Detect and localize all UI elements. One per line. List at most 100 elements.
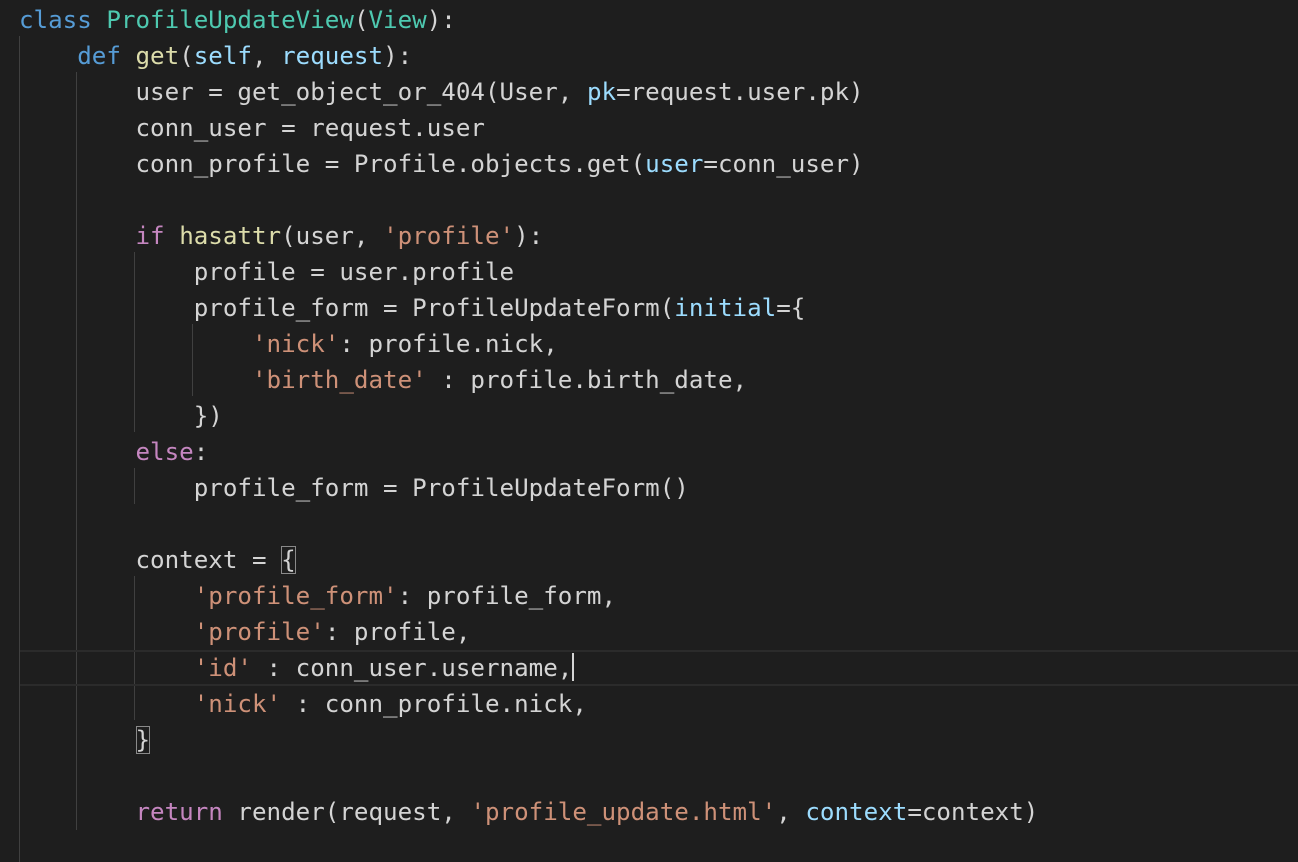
code-line[interactable] — [0, 182, 1298, 218]
code-token: 'id' — [193, 654, 252, 682]
code-token: 'profile_update.html' — [470, 798, 777, 826]
code-line[interactable]: }) — [0, 398, 1298, 434]
code-token: : conn_profile.nick, — [281, 690, 587, 718]
code-line[interactable]: def get(self, request): — [0, 38, 1298, 74]
code-token: =conn_user) — [703, 150, 864, 178]
code-line[interactable] — [0, 758, 1298, 794]
code-line[interactable]: return render(request, 'profile_update.h… — [0, 794, 1298, 830]
code-token: ={ — [776, 294, 806, 322]
code-token: , — [252, 42, 282, 70]
code-token: ( — [179, 42, 194, 70]
code-line[interactable]: profile_form = ProfileUpdateForm() — [0, 470, 1298, 506]
code-token: get — [135, 42, 180, 70]
code-line-text: 'nick' : conn_profile.nick, — [19, 686, 587, 722]
code-token: : — [193, 438, 209, 466]
code-token: context — [805, 798, 908, 826]
code-line-text: return render(request, 'profile_update.h… — [19, 794, 1039, 830]
code-line[interactable]: context = { — [0, 542, 1298, 578]
code-line-text: user = get_object_or_404(User, pk=reques… — [19, 74, 864, 110]
code-token: profile_form = ProfileUpdateForm() — [19, 474, 689, 502]
code-token: class — [19, 6, 92, 34]
code-line[interactable]: 'profile': profile, — [0, 614, 1298, 650]
code-line-text: }) — [19, 398, 223, 434]
code-line[interactable]: profile = user.profile — [0, 254, 1298, 290]
code-line-text: conn_user = request.user — [19, 110, 485, 146]
code-token: (user, — [281, 222, 384, 250]
code-token: profile_form = ProfileUpdateForm( — [19, 294, 675, 322]
code-line-text: 'birth_date' : profile.birth_date, — [19, 362, 747, 398]
code-line[interactable]: 'profile_form': profile_form, — [0, 578, 1298, 614]
code-line[interactable]: conn_profile = Profile.objects.get(user=… — [0, 146, 1298, 182]
code-line[interactable]: } — [0, 722, 1298, 758]
code-token: conn_user = request.user — [19, 114, 485, 142]
code-line-current[interactable]: 'id' : conn_user.username, — [20, 650, 1298, 686]
code-line[interactable] — [0, 506, 1298, 542]
code-line-text: def get(self, request): — [19, 38, 412, 74]
code-line[interactable]: profile_form = ProfileUpdateForm(initial… — [0, 290, 1298, 326]
code-token: profile = user.profile — [19, 258, 515, 286]
code-token: =request.user.pk) — [616, 78, 864, 106]
code-token: : profile, — [324, 618, 471, 646]
code-editor[interactable]: class ProfileUpdateView(View): def get(s… — [0, 0, 1298, 862]
code-line-text: if hasattr(user, 'profile'): — [19, 218, 544, 254]
code-line-text: 'profile_form': profile_form, — [19, 578, 616, 614]
code-line[interactable]: else: — [0, 434, 1298, 470]
code-line-text: } — [19, 722, 151, 758]
code-token: else — [135, 438, 194, 466]
code-token: ): — [514, 222, 544, 250]
code-token: : conn_user.username, — [252, 654, 573, 682]
text-cursor — [572, 653, 575, 681]
code-token: user — [645, 150, 704, 178]
code-token: , — [776, 798, 806, 826]
code-token: return — [135, 798, 223, 826]
code-token: 'profile' — [383, 222, 515, 250]
code-line-text: 'profile': profile, — [19, 614, 471, 650]
code-line-text: 'id' : conn_user.username, — [19, 652, 575, 684]
code-line-text: 'nick': profile.nick, — [19, 326, 558, 362]
code-line-text: conn_profile = Profile.objects.get(user=… — [19, 146, 864, 182]
code-line[interactable]: conn_user = request.user — [0, 110, 1298, 146]
code-token: ( — [353, 6, 369, 34]
code-token: 'profile_form' — [193, 582, 398, 610]
code-line[interactable]: 'nick' : conn_profile.nick, — [0, 686, 1298, 722]
code-token: request — [281, 42, 384, 70]
code-token: user = get_object_or_404(User, — [19, 78, 587, 106]
code-token: 'nick' — [252, 330, 340, 358]
code-line-text: class ProfileUpdateView(View): — [19, 2, 456, 38]
code-token: render(request, — [222, 798, 471, 826]
code-token: ProfileUpdateView — [106, 6, 354, 34]
matching-bracket: { — [281, 546, 296, 574]
code-token: : profile_form, — [397, 582, 617, 610]
code-token: }) — [19, 402, 223, 430]
code-token: context = — [19, 546, 282, 574]
code-token: hasattr — [179, 222, 282, 250]
code-line[interactable]: 'birth_date' : profile.birth_date, — [0, 362, 1298, 398]
code-token: pk — [586, 78, 617, 106]
code-line[interactable]: class ProfileUpdateView(View): — [0, 2, 1298, 38]
code-token: 'birth_date' — [252, 366, 427, 394]
code-line-text: profile = user.profile — [19, 254, 514, 290]
code-line[interactable]: if hasattr(user, 'profile'): — [0, 218, 1298, 254]
code-line-text: profile_form = ProfileUpdateForm() — [19, 470, 689, 506]
code-token: ): — [383, 42, 413, 70]
code-line-text: context = { — [19, 542, 296, 578]
code-token: 'nick' — [193, 690, 282, 718]
code-token: if — [135, 222, 165, 250]
code-token: initial — [674, 294, 777, 322]
code-line[interactable]: 'nick': profile.nick, — [0, 326, 1298, 362]
code-token: def — [77, 42, 121, 70]
code-line-text: else: — [19, 434, 209, 470]
code-line[interactable]: user = get_object_or_404(User, pk=reques… — [0, 74, 1298, 110]
